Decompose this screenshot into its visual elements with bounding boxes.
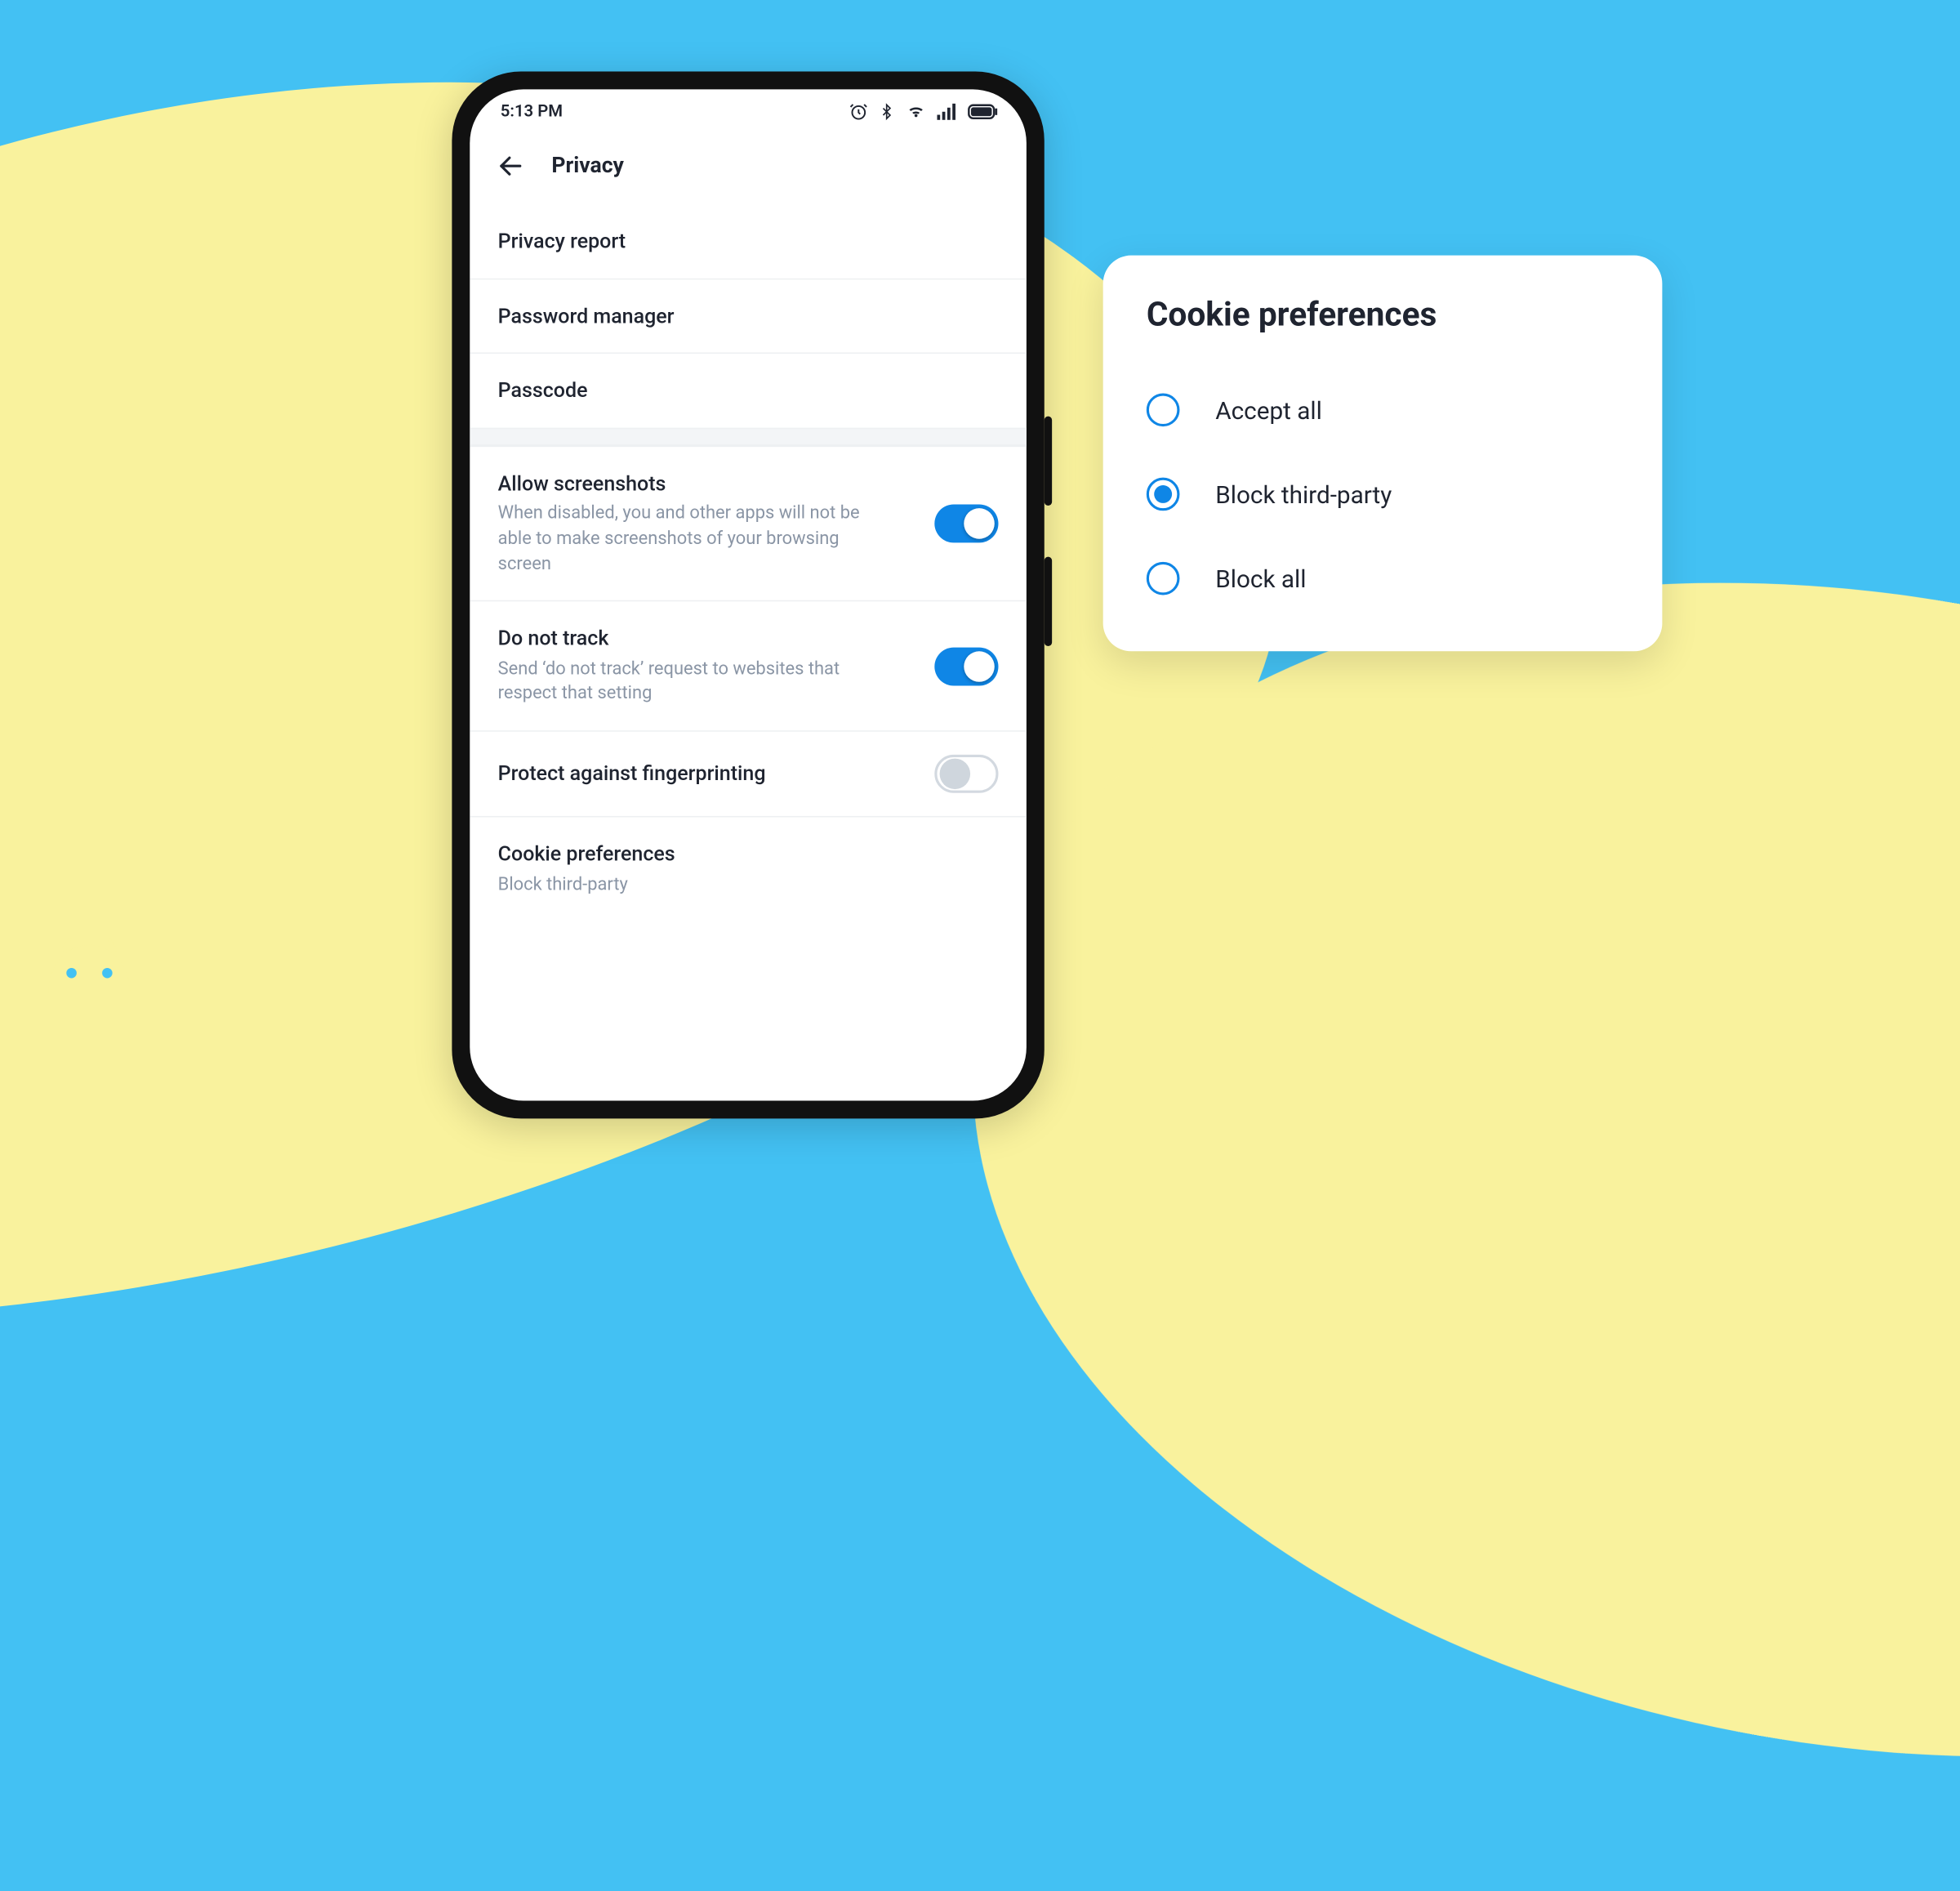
cellular-icon: [937, 103, 957, 119]
bluetooth-icon: [879, 101, 895, 120]
status-bar: 5:13 PM: [470, 89, 1027, 132]
row-label: Passcode: [498, 377, 588, 404]
row-privacy-report[interactable]: Privacy report: [470, 204, 1027, 278]
radio-icon: [1147, 393, 1180, 426]
row-passcode[interactable]: Passcode: [470, 353, 1027, 428]
row-subtitle: Send ‘do not track’ request to websites …: [498, 658, 881, 707]
option-label: Block third-party: [1215, 479, 1392, 509]
phone-frame: 5:13 PM Privacy Privacy report: [452, 72, 1044, 1119]
battery-icon: [968, 103, 999, 119]
row-value: Block third-party: [498, 873, 675, 899]
status-time: 5:13 PM: [501, 101, 563, 120]
option-block-all[interactable]: Block all: [1147, 537, 1619, 621]
toggle-do-not-track[interactable]: [934, 647, 998, 685]
option-accept-all[interactable]: Accept all: [1147, 368, 1619, 452]
row-allow-screenshots[interactable]: Allow screenshots When disabled, you and…: [470, 445, 1027, 600]
row-label: Cookie preferences: [498, 841, 675, 868]
cookie-preferences-card: Cookie preferences Accept all Block thir…: [1103, 256, 1663, 652]
row-password-manager[interactable]: Password manager: [470, 278, 1027, 353]
row-label: Allow screenshots: [498, 470, 881, 497]
wifi-icon: [905, 102, 927, 120]
phone-screen: 5:13 PM Privacy Privacy report: [470, 89, 1027, 1100]
settings-list: Privacy report Password manager Passcode…: [470, 204, 1027, 1100]
toggle-protect-fingerprinting[interactable]: [934, 755, 998, 793]
arrow-left-icon: [497, 152, 524, 180]
row-label: Privacy report: [498, 227, 626, 255]
row-subtitle: When disabled, you and other apps will n…: [498, 502, 881, 578]
radio-icon: [1147, 478, 1180, 511]
row-label: Do not track: [498, 625, 881, 653]
card-title: Cookie preferences: [1147, 297, 1619, 335]
page-title: Privacy: [551, 154, 624, 179]
row-label: Protect against fingerprinting: [498, 760, 766, 787]
option-block-third-party[interactable]: Block third-party: [1147, 452, 1619, 536]
option-label: Accept all: [1215, 395, 1322, 425]
option-label: Block all: [1215, 564, 1306, 593]
row-protect-fingerprinting[interactable]: Protect against fingerprinting: [470, 730, 1027, 816]
row-label: Password manager: [498, 302, 675, 330]
row-cookie-preferences[interactable]: Cookie preferences Block third-party: [470, 816, 1027, 921]
android-mascot-icon: [43, 937, 136, 996]
section-divider: [470, 427, 1027, 445]
alarm-icon: [849, 101, 868, 120]
toggle-allow-screenshots[interactable]: [934, 504, 998, 542]
radio-icon: [1147, 562, 1180, 595]
app-bar: Privacy: [470, 133, 1027, 205]
row-do-not-track[interactable]: Do not track Send ‘do not track’ request…: [470, 600, 1027, 730]
back-button[interactable]: [492, 148, 528, 184]
